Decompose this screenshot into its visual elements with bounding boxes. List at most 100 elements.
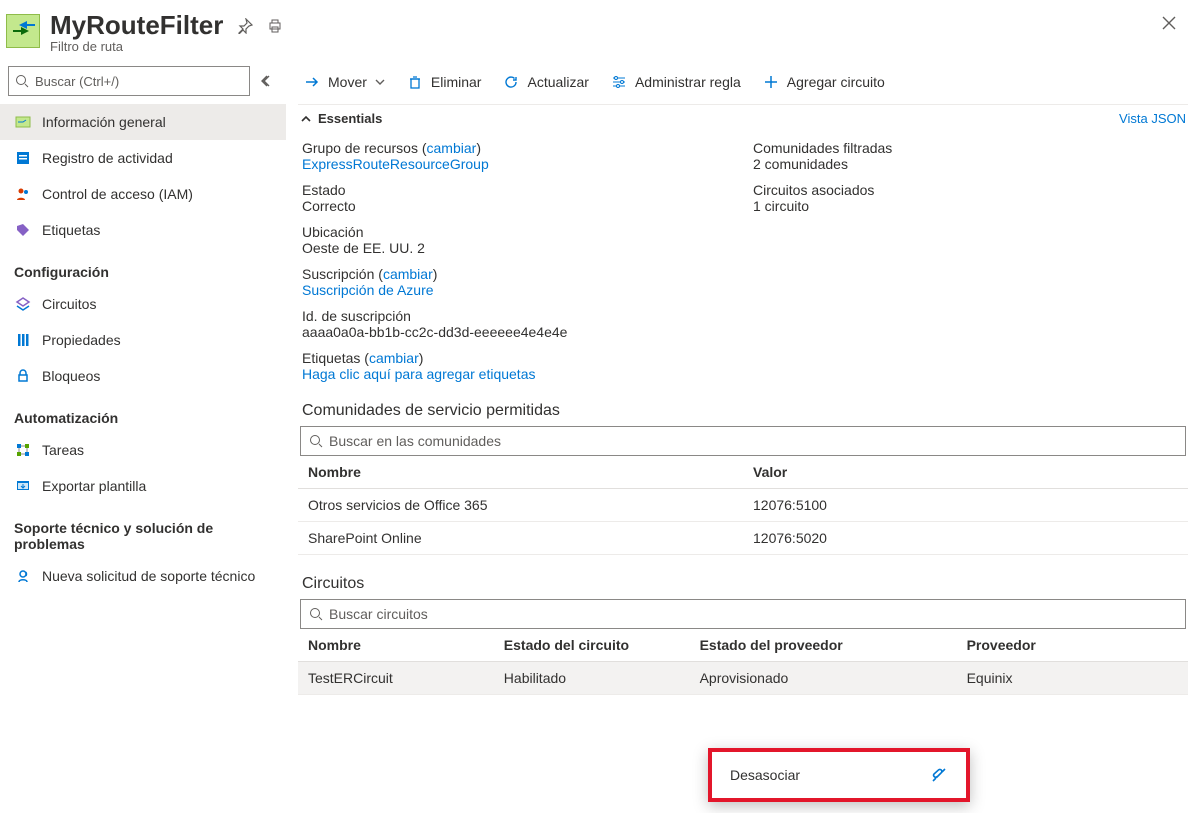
table-row[interactable]: SharePoint Online 12076:5020 [298, 522, 1188, 555]
circuits-section-title: Circuitos [298, 569, 1188, 599]
search-icon [15, 74, 29, 88]
command-bar: Mover Eliminar Actualizar [298, 60, 1188, 104]
col-provider-state[interactable]: Estado del proveedor [690, 629, 957, 662]
collapse-sidebar-icon[interactable] [256, 70, 278, 92]
lock-icon [14, 368, 32, 384]
toolbar-label: Administrar regla [635, 74, 741, 90]
communities-table: Nombre Valor Otros servicios de Office 3… [298, 456, 1188, 555]
properties-icon [14, 332, 32, 348]
arrow-right-icon [304, 74, 320, 90]
nav-label: Propiedades [42, 332, 121, 348]
table-row[interactable]: Otros servicios de Office 365 12076:5100 [298, 489, 1188, 522]
circuits-table: Nombre Estado del circuito Estado del pr… [298, 629, 1188, 695]
ess-communities-value: 2 comunidades [753, 156, 1184, 172]
ess-subid-label: Id. de suscripción [302, 308, 733, 324]
communities-search-input[interactable] [329, 433, 1177, 449]
nav-locks[interactable]: Bloqueos [0, 358, 286, 394]
refresh-icon [503, 74, 519, 90]
cell-value: 12076:5100 [743, 489, 1188, 522]
ess-location-label: Ubicación [302, 224, 733, 240]
cell-circuit-state: Habilitado [494, 662, 690, 695]
circuits-search-input[interactable] [329, 606, 1177, 622]
nav-label: Bloqueos [42, 368, 100, 384]
print-icon[interactable] [267, 18, 283, 34]
communities-search[interactable] [300, 426, 1186, 456]
manage-rule-button[interactable]: Administrar regla [611, 74, 741, 90]
trash-icon [407, 74, 423, 90]
change-sub-link[interactable]: cambiar [383, 266, 433, 282]
tag-icon [14, 222, 32, 238]
chevron-up-icon [300, 113, 312, 125]
nav-section-config: Configuración [0, 248, 286, 286]
activity-icon [14, 150, 32, 166]
nav-activity-log[interactable]: Registro de actividad [0, 140, 286, 176]
ess-tags-label: Etiquetas (cambiar) [302, 350, 1184, 366]
ess-location-value: Oeste de EE. UU. 2 [302, 240, 733, 256]
nav-tags[interactable]: Etiquetas [0, 212, 286, 248]
nav-label: Etiquetas [42, 222, 100, 238]
toolbar-label: Mover [328, 74, 367, 90]
nav-section-auto: Automatización [0, 394, 286, 432]
cell-name: Otros servicios de Office 365 [298, 489, 743, 522]
sidebar-search[interactable] [8, 66, 250, 96]
cell-provider-state: Aprovisionado [690, 662, 957, 695]
table-row[interactable]: TestERCircuit Habilitado Aprovisionado E… [298, 662, 1188, 695]
circuits-search[interactable] [300, 599, 1186, 629]
col-name[interactable]: Nombre [298, 456, 743, 489]
sidebar-search-input[interactable] [35, 74, 243, 89]
nav-section-support: Soporte técnico y solución de problemas [0, 504, 286, 558]
nav-label: Circuitos [42, 296, 96, 312]
ess-sub-value[interactable]: Suscripción de Azure [302, 282, 733, 298]
pin-icon[interactable] [237, 18, 253, 34]
nav-label: Nueva solicitud de soporte técnico [42, 568, 255, 584]
move-button[interactable]: Mover [304, 74, 385, 90]
cell-value: 12076:5020 [743, 522, 1188, 555]
main-content: Mover Eliminar Actualizar [286, 60, 1200, 813]
delete-button[interactable]: Eliminar [407, 74, 482, 90]
nav-label: Información general [42, 114, 166, 130]
refresh-button[interactable]: Actualizar [503, 74, 588, 90]
col-name[interactable]: Nombre [298, 629, 494, 662]
export-icon [14, 478, 32, 494]
unplug-icon [930, 766, 948, 784]
change-rg-link[interactable]: cambiar [427, 140, 477, 156]
plus-icon [763, 74, 779, 90]
communities-section-title: Comunidades de servicio permitidas [298, 396, 1188, 426]
nav-label: Exportar plantilla [42, 478, 146, 494]
chevron-down-icon [375, 77, 385, 87]
nav-label: Tareas [42, 442, 84, 458]
ess-state-label: Estado [302, 182, 733, 198]
essentials-toggle[interactable]: Essentials [300, 111, 382, 126]
ess-communities-label: Comunidades filtradas [753, 140, 1184, 156]
ess-tags-value[interactable]: Haga clic aquí para agregar etiquetas [302, 366, 1184, 382]
nav-circuits[interactable]: Circuitos [0, 286, 286, 322]
dissociate-menu-item[interactable]: Desasociar [712, 752, 966, 798]
col-circuit-state[interactable]: Estado del circuito [494, 629, 690, 662]
ess-assoc-circuits-value: 1 circuito [753, 198, 1184, 214]
ess-assoc-circuits-label: Circuitos asociados [753, 182, 1184, 198]
support-icon [14, 568, 32, 584]
close-button[interactable] [1152, 10, 1186, 36]
add-circuit-button[interactable]: Agregar circuito [763, 74, 885, 90]
sidebar: Información general Registro de activida… [0, 60, 286, 813]
routefilter-icon [14, 114, 32, 130]
nav-export-template[interactable]: Exportar plantilla [0, 468, 286, 504]
nav-tasks[interactable]: Tareas [0, 432, 286, 468]
col-provider[interactable]: Proveedor [957, 629, 1188, 662]
nav-iam[interactable]: Control de acceso (IAM) [0, 176, 286, 212]
nav-new-support-request[interactable]: Nueva solicitud de soporte técnico [0, 558, 286, 594]
cell-name: TestERCircuit [298, 662, 494, 695]
change-tags-link[interactable]: cambiar [369, 350, 419, 366]
essentials-label: Essentials [318, 111, 382, 126]
page-subtitle: Filtro de ruta [50, 39, 1152, 54]
tasks-icon [14, 442, 32, 458]
nav-overview[interactable]: Información general [0, 104, 286, 140]
ess-rg-value[interactable]: ExpressRouteResourceGroup [302, 156, 733, 172]
json-view-link[interactable]: Vista JSON [1119, 111, 1186, 126]
circuit-context-menu: Desasociar [708, 748, 970, 802]
toolbar-label: Eliminar [431, 74, 482, 90]
col-value[interactable]: Valor [743, 456, 1188, 489]
search-icon [309, 607, 323, 621]
nav-properties[interactable]: Propiedades [0, 322, 286, 358]
ess-state-value: Correcto [302, 198, 733, 214]
